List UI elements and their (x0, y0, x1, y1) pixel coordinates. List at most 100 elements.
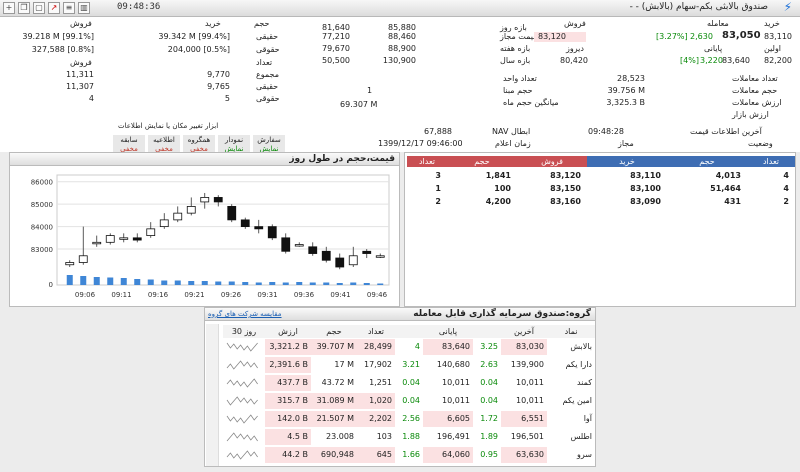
group-header-val[interactable]: ارزش (265, 325, 311, 338)
volume-bar (282, 282, 289, 285)
trade-value-label: ارزش معاملات (732, 98, 782, 107)
group-cell-lchg: 1.89 (480, 432, 498, 441)
candle-body (294, 244, 304, 247)
candle-body (186, 206, 196, 214)
list-icon[interactable]: ≡ (63, 2, 75, 14)
add-icon[interactable]: + (3, 2, 15, 14)
volume-bar (336, 283, 343, 285)
group-header-spark[interactable]: 30 روز (223, 325, 265, 338)
group-cell-sym[interactable]: دارا یکم (547, 357, 595, 373)
group-cell-close: 196,491 (436, 432, 470, 441)
x-tick-label: 09:46 (367, 291, 388, 299)
order-book-buy-vol[interactable]: 431 (667, 195, 747, 208)
sparkline-icon (223, 339, 265, 355)
y-tick-label: 85000 (31, 201, 53, 209)
group-header-vol[interactable]: حجم (311, 325, 357, 338)
window-icon[interactable]: ▢ (33, 2, 45, 14)
intraday-chart[interactable]: 83000 84000 85000 86000 0 09:06 09:11 09:16 09:2… (11, 167, 399, 305)
order-book-sell-vol[interactable]: 100 (447, 182, 517, 195)
group-cell-sym[interactable]: بالابش (547, 339, 595, 355)
group-cell-cchg: 1.66 (402, 450, 420, 459)
group-header-cchg[interactable] (395, 325, 423, 338)
y-tick-label: 84000 (31, 224, 53, 232)
header-buy-right: خرید (764, 19, 780, 28)
group-cell-sym[interactable]: سرو (547, 447, 595, 463)
trade-value-value: 3,325.3 B (606, 98, 645, 107)
year-range-high: 130,900 (382, 56, 416, 65)
group-cell-sym[interactable]: اطلس (547, 429, 595, 445)
volume-bar (174, 280, 181, 285)
x-tick-label: 09:16 (148, 291, 169, 299)
order-book-sell-price[interactable]: 83,150 (517, 182, 587, 195)
order-book-buy-price[interactable]: 83,090 (587, 195, 667, 208)
group-cell-last: 196,501 (510, 432, 544, 441)
order-book-buy-vol[interactable]: 4,013 (667, 169, 747, 182)
week-range-high: 88,900 (388, 44, 416, 53)
closing-price: 83,640 (722, 56, 750, 65)
group-header-count[interactable]: تعداد (357, 325, 395, 338)
candle-body (159, 219, 169, 228)
group-cell-vol: 43.72 M (321, 378, 354, 387)
candle-body (213, 197, 223, 203)
group-header-last[interactable]: آخرین (501, 325, 547, 338)
group-table-panel: گروه:صندوق سرمایه گذاری قابل معامله مقای… (204, 307, 596, 467)
buy-volume-header: حجم (667, 156, 747, 167)
trade-count-value: 28,523 (617, 74, 645, 83)
order-book-buy-price[interactable]: 83,110 (587, 169, 667, 182)
volume-bar (147, 279, 154, 285)
group-cell-close: 64,060 (423, 447, 473, 463)
group-header-lchg[interactable] (473, 325, 501, 338)
candle-body (173, 212, 183, 221)
group-cell-vol: 21.507 M (311, 411, 357, 427)
x-tick-label: 09:21 (184, 291, 204, 299)
order-book-sell-count[interactable]: 2 (407, 195, 447, 208)
legal-count-buy: 5 (224, 94, 230, 103)
header-trade: معامله (707, 19, 729, 28)
group-scrollbar[interactable] (206, 324, 219, 466)
nav-value: 67,888 (424, 127, 452, 136)
group-cell-last: 83,030 (501, 339, 547, 355)
order-book-buy-count[interactable]: 4 (747, 169, 795, 182)
header-volume: حجم (254, 19, 270, 28)
group-cell-last: 10,011 (516, 396, 544, 405)
order-book-sell-price[interactable]: 83,120 (517, 169, 587, 182)
group-cell-last: 10,011 (516, 378, 544, 387)
order-book-sell-count[interactable]: 3 (407, 169, 447, 182)
avg-month-volume-label: میانگین حجم ماه (503, 98, 559, 107)
order-book-sell-vol[interactable]: 4,200 (447, 195, 517, 208)
x-tick-label: 09:06 (75, 291, 96, 299)
order-book-buy-count[interactable]: 4 (747, 182, 795, 195)
count-sell-label: فروش (70, 58, 92, 67)
volume-bar (242, 282, 249, 285)
bar-chart-icon[interactable]: ▥ (78, 2, 90, 14)
order-book-sell-price[interactable]: 83,160 (517, 195, 587, 208)
order-book-sell-vol[interactable]: 1,841 (447, 169, 517, 182)
market-value-label: ارزش بازار (732, 110, 769, 119)
group-header-close[interactable]: پایانی (423, 325, 473, 338)
lightning-icon[interactable]: ⚡ (784, 0, 792, 14)
group-cell-close: 6,605 (423, 411, 473, 427)
copy-icon[interactable]: ❐ (18, 2, 30, 14)
group-cell-cchg: 4 (414, 342, 420, 351)
intraday-chart-panel: قیمت،حجم در طول روز 83000 84000 85000 86000… (9, 152, 400, 307)
volume-bar (350, 282, 357, 285)
order-book-buy-vol[interactable]: 51,464 (667, 182, 747, 195)
group-compare-link[interactable]: مقایسه شرکت های گروه (208, 310, 282, 318)
closing-pct: [4%] (680, 56, 699, 65)
group-header-sym[interactable]: نماد (547, 325, 595, 338)
y-tick-label: 83000 (31, 246, 53, 254)
group-cell-count: 103 (376, 432, 392, 441)
base-volume-label: حجم مبنا (503, 86, 533, 95)
order-book-buy-price[interactable]: 83,100 (587, 182, 667, 195)
group-cell-sym[interactable]: آوا (547, 411, 595, 427)
prev-price: 80,420 (560, 56, 588, 65)
order-book-buy-count[interactable]: 2 (747, 195, 795, 208)
legal-buy: 204,000 [0.5%] (167, 45, 230, 54)
group-cell-sym[interactable]: امین یکم (547, 393, 595, 409)
chart-icon[interactable]: ↗ (48, 2, 60, 14)
volume-bar (120, 278, 127, 285)
order-book-sell-count[interactable]: 1 (407, 182, 447, 195)
candle-body (335, 257, 345, 268)
group-cell-sym[interactable]: کمند (547, 375, 595, 391)
candle-body (78, 255, 88, 263)
